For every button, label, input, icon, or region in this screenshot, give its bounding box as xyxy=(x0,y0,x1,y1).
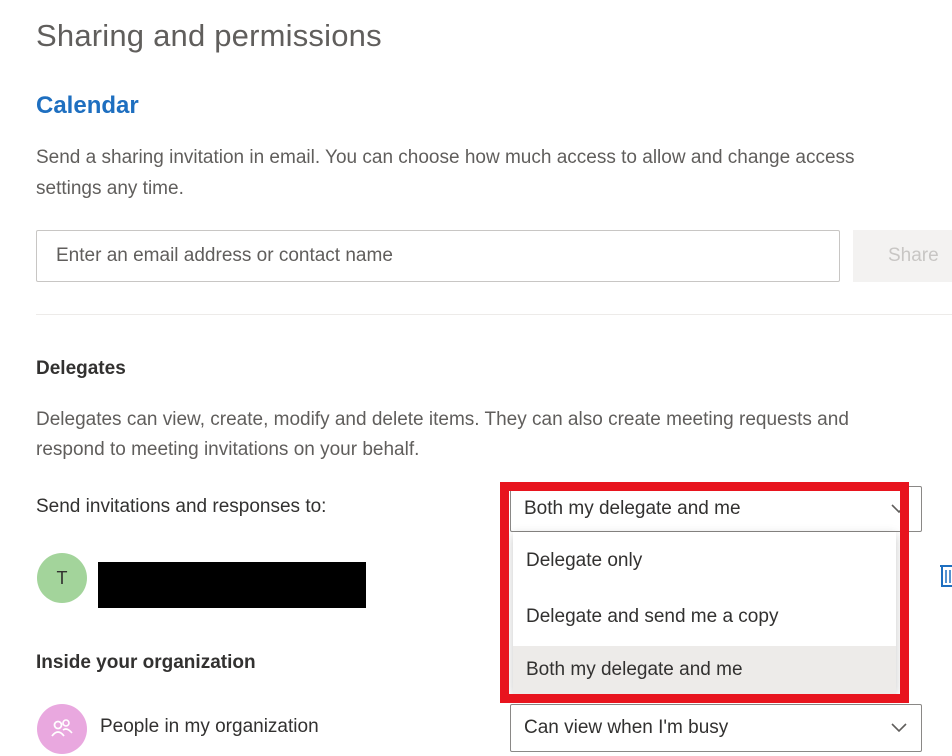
option-label: Delegate and send me a copy xyxy=(526,606,779,627)
people-avatar xyxy=(37,704,87,754)
delegate-avatar: T xyxy=(37,553,87,603)
calendar-description-line-1: Send a sharing invitation in email. You … xyxy=(36,147,855,168)
people-permission-value: Can view when I'm busy xyxy=(524,717,729,738)
trash-icon[interactable] xyxy=(938,563,952,589)
send-invitations-label: Send invitations and responses to: xyxy=(36,496,327,517)
send-invitations-dropdown[interactable]: Both my delegate and me xyxy=(510,486,922,532)
chevron-down-icon xyxy=(891,723,907,733)
chevron-down-icon xyxy=(891,504,907,514)
people-permission-dropdown[interactable]: Can view when I'm busy xyxy=(510,704,922,752)
email-input[interactable] xyxy=(36,230,840,282)
calendar-section-title: Calendar xyxy=(36,92,139,119)
send-invitations-options-menu: Delegate only Delegate and send me a cop… xyxy=(513,532,896,694)
option-label: Both my delegate and me xyxy=(526,659,743,680)
people-in-organization-label: People in my organization xyxy=(100,716,319,737)
delegates-title: Delegates xyxy=(36,358,126,379)
delegates-description-line-1: Delegates can view, create, modify and d… xyxy=(36,409,849,430)
delegate-avatar-initial: T xyxy=(56,567,68,588)
page-title: Sharing and permissions xyxy=(36,18,382,53)
option-both-delegate-and-me[interactable]: Both my delegate and me xyxy=(513,646,896,694)
share-button[interactable]: Share xyxy=(853,230,952,282)
inside-organization-title: Inside your organization xyxy=(36,652,256,673)
section-divider xyxy=(36,314,952,315)
option-delegate-only[interactable]: Delegate only xyxy=(513,534,896,588)
people-icon xyxy=(51,719,73,737)
redacted-delegate-name xyxy=(98,562,366,608)
send-invitations-selected-value: Both my delegate and me xyxy=(524,498,741,519)
option-delegate-and-send-copy[interactable]: Delegate and send me a copy xyxy=(513,590,896,644)
calendar-description-line-2: settings any time. xyxy=(36,178,184,199)
delegates-description-line-2: respond to meeting invitations on your b… xyxy=(36,439,420,460)
option-label: Delegate only xyxy=(526,550,643,571)
